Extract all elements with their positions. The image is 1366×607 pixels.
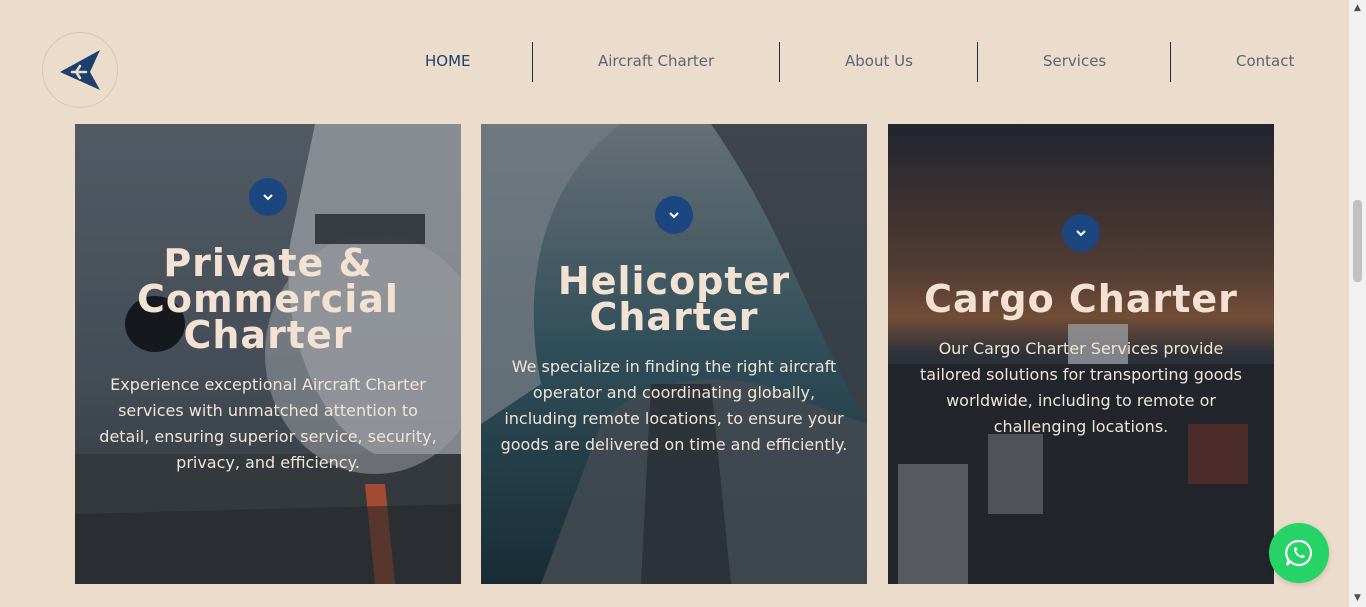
- airplane-logo-icon: [60, 50, 100, 90]
- service-card-helicopter[interactable]: Helicopter Charter We specialize in find…: [481, 124, 867, 584]
- chevron-down-button[interactable]: [249, 178, 287, 216]
- card-title-line: Cargo Charter: [924, 277, 1238, 321]
- nav-home[interactable]: HOME: [425, 52, 471, 70]
- nav-divider: [532, 42, 533, 82]
- card-description: We specialize in finding the right aircr…: [500, 357, 848, 454]
- chevron-down-button[interactable]: [1062, 214, 1100, 252]
- chevron-down-button[interactable]: [655, 196, 693, 234]
- nav-divider: [779, 42, 780, 82]
- chevron-down-icon: [1076, 230, 1086, 237]
- scroll-down-arrow-icon[interactable]: ▼: [1352, 593, 1363, 604]
- service-card-private-commercial[interactable]: Private & Commercial Charter Experience …: [75, 124, 461, 584]
- nav-about-us[interactable]: About Us: [845, 52, 913, 70]
- card-description: Experience exceptional Aircraft Charter …: [99, 375, 437, 472]
- chevron-down-icon: [669, 212, 679, 219]
- scroll-up-arrow-icon[interactable]: ▲: [1352, 3, 1363, 14]
- chevron-down-icon: [263, 194, 273, 201]
- scroll-thumb[interactable]: [1353, 200, 1362, 282]
- card-title-line: Charter: [183, 313, 353, 357]
- card-title: Helicopter Charter: [481, 262, 867, 336]
- nav-divider: [977, 42, 978, 82]
- card-title: Cargo Charter: [888, 280, 1274, 318]
- page-scrollbar[interactable]: ▲ ▼: [1349, 0, 1366, 607]
- logo[interactable]: [42, 32, 118, 108]
- nav-divider: [1170, 42, 1171, 82]
- nav-services[interactable]: Services: [1043, 52, 1106, 70]
- nav-aircraft-charter[interactable]: Aircraft Charter: [598, 52, 714, 70]
- whatsapp-button[interactable]: [1269, 523, 1329, 583]
- nav-contact[interactable]: Contact: [1236, 52, 1294, 70]
- card-description: Our Cargo Charter Services provide tailo…: [920, 339, 1242, 436]
- whatsapp-icon: [1285, 539, 1313, 567]
- card-title-line: Charter: [589, 295, 759, 339]
- service-card-cargo[interactable]: Cargo Charter Our Cargo Charter Services…: [888, 124, 1274, 584]
- card-title: Private & Commercial Charter: [75, 244, 461, 354]
